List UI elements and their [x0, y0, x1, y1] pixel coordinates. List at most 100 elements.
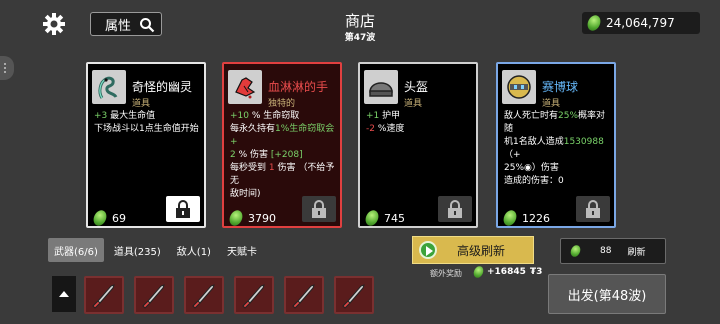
card-rarity: 道具 [542, 99, 561, 109]
bonus-suffix: ₮3 [529, 267, 543, 277]
card-description-text: （+ [504, 150, 521, 160]
gem-icon [227, 208, 245, 228]
tab-talent-cards[interactable]: 天赋卡 [221, 238, 263, 262]
inventory-tabs: 武器(6/6) 道具(235) 敌人(1) 天赋卡 [48, 238, 272, 262]
card-rarity: 独特的 [268, 99, 296, 109]
lock-button[interactable] [438, 196, 472, 222]
gem-icon [363, 208, 381, 228]
lock-button[interactable] [302, 196, 336, 222]
card-description-text: 每秒受到 [230, 163, 269, 173]
bonus-label: 额外奖励 [430, 269, 462, 278]
knife-icon [292, 284, 315, 309]
knife-icon [342, 284, 365, 309]
tab-items[interactable]: 道具(235) [108, 238, 167, 262]
gem-icon [471, 264, 486, 280]
card-description-text: 机1名敌人造成 [504, 137, 564, 147]
shop-card-2[interactable]: 血淋淋的手 独特的 +10 % 生命窃取每永久持有1%生命窃取会+ 2 % 伤害 … [222, 62, 342, 228]
bonus-value: +16845 ₮3 [471, 264, 543, 280]
card-description-text: +3 [94, 111, 108, 121]
card-price: 1226 [501, 208, 550, 228]
weapon-slot[interactable] [84, 276, 124, 314]
gem-icon [568, 243, 583, 259]
card-description-line: 每永久持有1%生命窃取会+ [230, 123, 336, 149]
shop-card-4[interactable]: 赛博球 道具 敌人死亡时有25%概率对随 机1名敌人造成1530988（+ 25%◉… [496, 62, 616, 228]
card-name: 血淋淋的手 [268, 80, 329, 94]
card-description-line: 敌人死亡时有25%概率对随 [504, 110, 610, 136]
knife-icon [242, 284, 265, 309]
card-rarity: 道具 [404, 99, 423, 109]
card-price: 745 [363, 208, 405, 228]
attributes-label: 属性 [105, 18, 132, 34]
card-description-text: 造成的伤害：0 [504, 176, 564, 186]
card-description-line: +3 最大生命值 [94, 110, 200, 123]
card-price-value: 3790 [248, 211, 276, 225]
card-description-line: 25%◉）伤害 [504, 162, 610, 175]
advanced-refresh-button[interactable]: 高级刷新 [412, 236, 534, 264]
card-description-line: 2 % 伤害 [+208] [230, 149, 336, 162]
weapon-slot[interactable] [284, 276, 324, 314]
tab-weapons[interactable]: 武器(6/6) [48, 238, 104, 262]
card-description-text: +1 [366, 111, 380, 121]
card-rarity: 道具 [132, 99, 151, 109]
card-description-line: -2 %速度 [366, 123, 472, 136]
card-price: 3790 [227, 208, 276, 228]
card-description-text: ◉ [524, 163, 532, 173]
card-description: +10 % 生命窃取每永久持有1%生命窃取会+ 2 % 伤害 [+208] 每秒受到… [230, 110, 336, 201]
card-description: +1 护甲 -2 %速度 [366, 110, 472, 136]
card-description-text: % 生命窃取 [249, 111, 300, 121]
shop-card-3[interactable]: 头盔 道具 +1 护甲 -2 %速度 745 [358, 62, 478, 228]
helmet-icon [364, 70, 398, 104]
tab-enemies[interactable]: 敌人(1) [171, 238, 217, 262]
lock-icon [312, 200, 326, 218]
card-price-value: 69 [112, 211, 126, 225]
weapon-slot[interactable] [234, 276, 274, 314]
collapse-arrow-button[interactable] [52, 276, 76, 312]
card-description-text: 最大生命值 [107, 111, 156, 121]
start-wave-button[interactable]: 出发(第48波) [548, 274, 666, 314]
lock-icon [448, 200, 462, 218]
shop-card-1[interactable]: 奇怪的幽灵 道具 +3 最大生命值 下场战斗以1点生命值开始 69 [86, 62, 206, 228]
weapon-slot[interactable] [134, 276, 174, 314]
card-description-line: 机1名敌人造成1530988 （+ [504, 136, 610, 162]
refresh-button[interactable]: 88 刷新 [560, 238, 666, 264]
cyber-ball-icon [502, 70, 536, 104]
card-description-text: %速度 [374, 124, 405, 134]
card-description-text: ）伤害 [531, 163, 559, 173]
knife-icon [192, 284, 215, 309]
knife-icon [92, 284, 115, 309]
card-description-line: +1 护甲 [366, 110, 472, 123]
gem-icon [91, 208, 109, 228]
lock-icon [586, 200, 600, 218]
card-description-text: 1530988 [563, 137, 604, 147]
play-ad-icon [419, 241, 437, 259]
attributes-button[interactable]: 属性 [90, 12, 162, 36]
gem-icon [585, 13, 603, 33]
refresh-label: 刷新 [627, 247, 646, 258]
settings-gear-icon[interactable] [42, 12, 66, 36]
card-description-line: 造成的伤害：0 [504, 175, 610, 188]
money-value: 24,064,797 [606, 16, 675, 30]
weapon-slot[interactable] [334, 276, 374, 314]
bloody-hand-icon [228, 70, 262, 104]
card-description: 敌人死亡时有25%概率对随 机1名敌人造成1530988（+ 25%◉）伤害 造成的伤… [504, 110, 610, 188]
money-display: 24,064,797 [582, 12, 700, 34]
weapon-slot[interactable] [184, 276, 224, 314]
card-description-text: 敌人死亡时有 [504, 111, 559, 121]
card-price-value: 745 [384, 211, 405, 225]
shop-title: 商店 [344, 12, 375, 30]
side-drawer-handle[interactable] [0, 56, 14, 80]
bonus-amount: +16845 [487, 267, 526, 277]
card-name: 头盔 [404, 80, 429, 94]
card-description: +3 最大生命值 下场战斗以1点生命值开始 [94, 110, 200, 136]
search-icon [140, 18, 155, 33]
gem-icon [501, 208, 519, 228]
card-description-text: 25% [504, 163, 525, 173]
card-description-text: +10 [230, 111, 249, 121]
card-description-text: 下场战斗以1点生命值开始 [94, 124, 199, 134]
lock-button[interactable] [166, 196, 200, 222]
card-description-line: 每秒受到 1 伤害 （不给予无 [230, 162, 336, 188]
lock-button[interactable] [576, 196, 610, 222]
ghost-icon [92, 70, 126, 104]
card-description-text: 25% [558, 111, 579, 121]
card-description-text: % 伤害 [235, 150, 271, 160]
